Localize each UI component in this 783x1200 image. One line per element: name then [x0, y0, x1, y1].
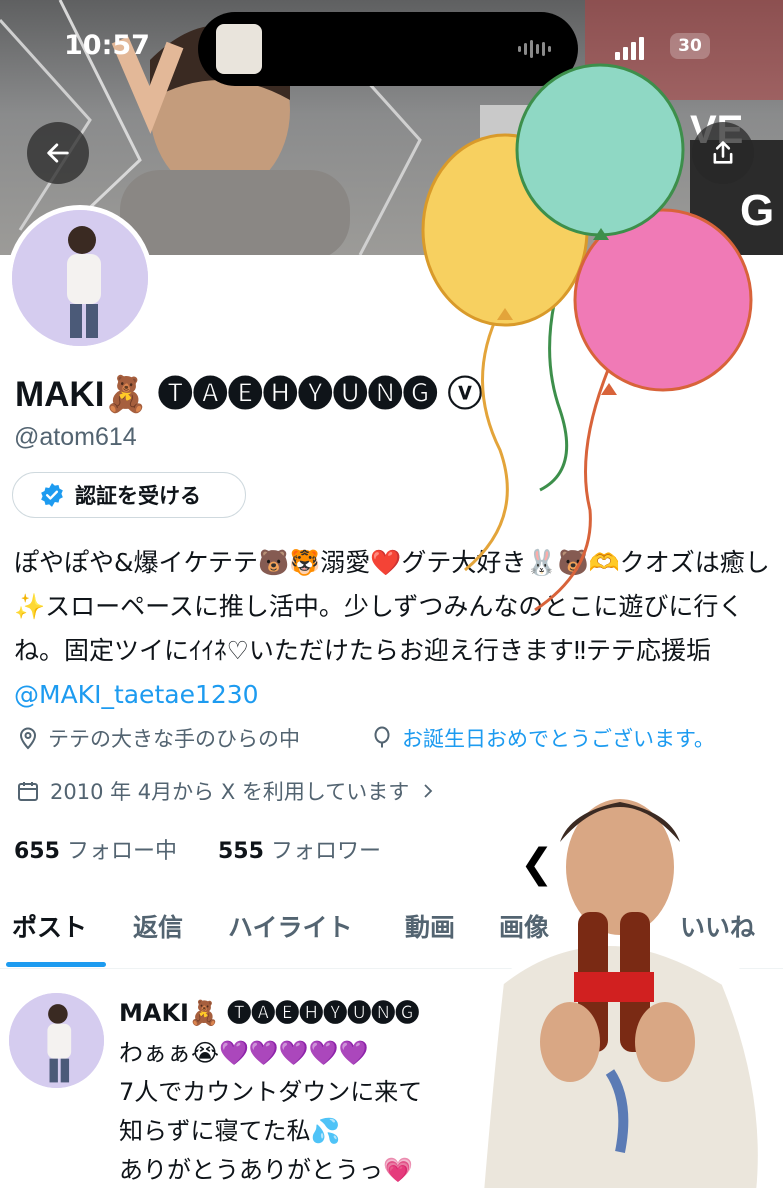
active-tab-indicator [6, 962, 106, 967]
post-avatar[interactable] [9, 993, 104, 1088]
post-text-line: わぁぁ😭💜💜💜💜💜 [119, 1039, 369, 1067]
followers-stat[interactable]: 555 フォロワー [218, 833, 381, 865]
post-text-line: 7人でカウントダウンに来て [119, 1078, 423, 1106]
post-text-line: 知らずに寝てた私💦 [119, 1117, 341, 1145]
joined-text: 2010 年 4月から X を利用しています [50, 780, 410, 804]
user-handle: @atom614 [14, 423, 137, 451]
get-verified-button[interactable]: 認証を受ける [12, 472, 246, 518]
post-avatar-photo [9, 993, 104, 1088]
chevron-right-icon [424, 784, 433, 798]
calendar-icon [18, 782, 38, 801]
followers-label: フォロワー [270, 839, 381, 864]
following-stat[interactable]: 655 フォロー中 [14, 833, 177, 865]
location-text: テテの大きな手のひらの中 [48, 727, 300, 751]
person-sticker: ❮ [460, 791, 783, 1200]
balloon-icon [374, 726, 390, 748]
avatar-photo [12, 210, 148, 346]
following-count: 655 [14, 839, 60, 864]
location-pin-icon [19, 727, 37, 750]
joined-row[interactable]: 2010 年 4月から X を利用しています [16, 776, 437, 806]
post-author-name[interactable]: MAKI🧸 🅣🅐🅔🅗🅨🅤🅝🅖 [119, 993, 419, 1028]
get-verified-label: 認証を受ける [75, 484, 201, 508]
status-time: 10:57 [64, 30, 150, 61]
tab-highlights[interactable]: ハイライト [228, 908, 353, 944]
profile-avatar[interactable] [7, 205, 153, 351]
tab-posts[interactable]: ポスト [12, 908, 87, 944]
followers-count: 555 [218, 839, 264, 864]
bio-mention-link[interactable]: @MAKI_taetae1230 [14, 680, 259, 709]
post-text-line: ありがとうありがとうっ💗 [119, 1156, 413, 1184]
balloons-sticker [421, 63, 753, 612]
back-button[interactable] [27, 122, 89, 184]
location-row: テテの大きな手のひらの中 [16, 723, 300, 753]
birthday-text[interactable]: お誕生日おめでとうございます。 [402, 723, 715, 753]
birthday-row[interactable]: お誕生日おめでとうございます。 [370, 723, 715, 753]
tab-replies[interactable]: 返信 [133, 908, 183, 944]
svg-text:❮: ❮ [520, 841, 554, 887]
tab-videos[interactable]: 動画 [405, 908, 455, 944]
arrow-left-icon [47, 143, 69, 163]
following-label: フォロー中 [66, 839, 177, 864]
verified-badge-icon [41, 483, 63, 507]
now-playing-thumbnail [216, 24, 262, 74]
